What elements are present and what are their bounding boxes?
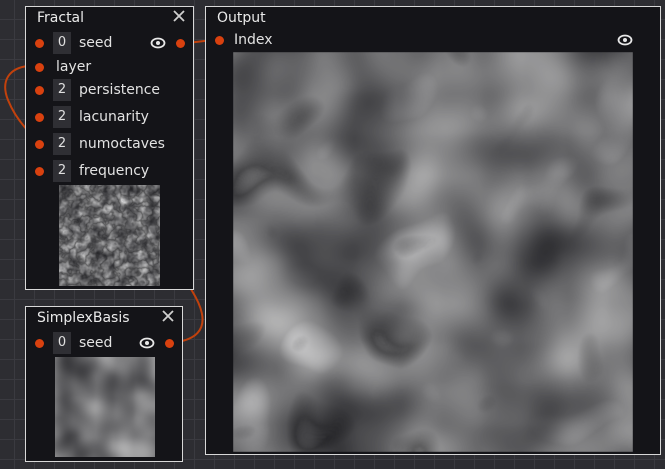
input-row-lacunarity[interactable]: 2 lacunarity (26, 106, 193, 128)
output-port[interactable] (165, 339, 174, 348)
node-title: SimplexBasis (37, 310, 130, 326)
input-port[interactable] (215, 36, 224, 45)
eye-icon[interactable] (150, 37, 166, 49)
input-label: numoctaves (79, 136, 165, 152)
simplexbasis-node-header[interactable]: SimplexBasis (26, 307, 182, 329)
input-port[interactable] (35, 86, 44, 95)
input-port[interactable] (35, 63, 44, 72)
value-field[interactable]: 2 (53, 106, 71, 128)
input-row-frequency[interactable]: 2 frequency (26, 160, 193, 182)
fractal-preview-image (59, 185, 160, 286)
input-row-numoctaves[interactable]: 2 numoctaves (26, 133, 193, 155)
input-label: frequency (79, 163, 150, 179)
input-row-index[interactable]: Index (206, 29, 660, 51)
input-row-persistence[interactable]: 2 persistence (26, 79, 193, 101)
eye-icon[interactable] (617, 34, 633, 46)
value-field[interactable]: 2 (53, 133, 71, 155)
input-port[interactable] (35, 167, 44, 176)
input-row-seed[interactable]: 0 seed (26, 332, 182, 354)
input-label: layer (56, 59, 92, 75)
output-node-header[interactable]: Output (206, 7, 660, 29)
input-row-layer[interactable]: layer (26, 56, 193, 78)
simplexbasis-preview-image (55, 357, 155, 457)
input-port[interactable] (35, 339, 44, 348)
input-row-seed[interactable]: 0 seed (26, 32, 193, 54)
output-preview-image (233, 52, 633, 452)
value-field[interactable]: 0 (53, 32, 71, 54)
simplexbasis-node[interactable]: SimplexBasis 0 seed (25, 306, 183, 462)
input-label: seed (79, 35, 113, 51)
input-port[interactable] (35, 140, 44, 149)
input-label: lacunarity (79, 109, 149, 125)
input-label: seed (79, 335, 113, 351)
input-port[interactable] (35, 113, 44, 122)
node-title: Fractal (37, 10, 85, 26)
close-icon[interactable] (171, 8, 187, 24)
node-title: Output (217, 10, 266, 26)
fractal-node[interactable]: Fractal 0 seed layer 2 persistence 2 lac… (25, 6, 194, 290)
close-icon[interactable] (160, 308, 176, 324)
output-port[interactable] (176, 39, 185, 48)
input-label: Index (234, 32, 273, 48)
input-port[interactable] (35, 39, 44, 48)
input-label: persistence (79, 82, 161, 98)
value-field[interactable]: 2 (53, 160, 71, 182)
output-node[interactable]: Output Index (205, 6, 661, 455)
fractal-node-header[interactable]: Fractal (26, 7, 193, 29)
value-field[interactable]: 0 (53, 332, 71, 354)
eye-icon[interactable] (139, 337, 155, 349)
value-field[interactable]: 2 (53, 79, 71, 101)
